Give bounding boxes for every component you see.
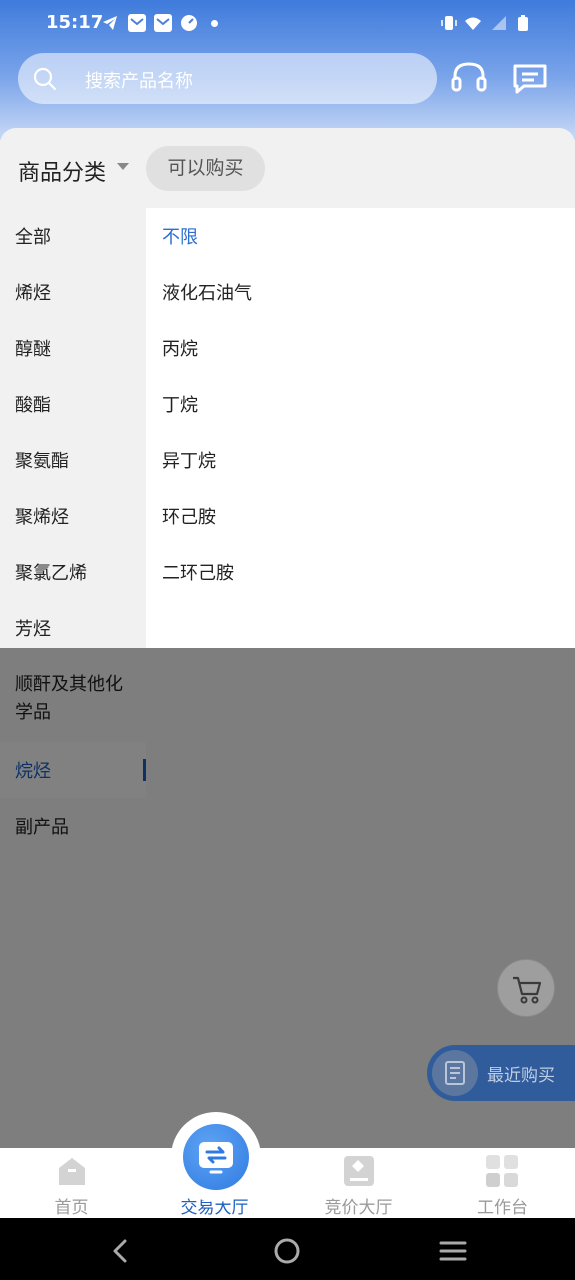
- search-bar[interactable]: 搜索产品名称: [18, 53, 437, 104]
- tab-home-label: 首页: [54, 1198, 89, 1218]
- category-filter-label[interactable]: 商品分类: [18, 155, 106, 187]
- subcategory-item[interactable]: 丁烷: [146, 376, 575, 432]
- left-category-item[interactable]: 聚氯乙烯: [0, 544, 146, 600]
- subcategory-item[interactable]: 丙烷: [146, 320, 575, 376]
- status-time: 15:17: [46, 12, 104, 33]
- speedometer-icon: [180, 14, 198, 32]
- tab-bidding-hall[interactable]: 竞价大厅: [287, 1148, 430, 1218]
- left-category-label: 聚氯乙烯: [15, 563, 87, 584]
- left-category-label: 醇醚: [15, 339, 51, 360]
- subcategory-item[interactable]: 二环己胺: [146, 544, 575, 600]
- left-category-label: 芳烃: [15, 619, 51, 640]
- wifi-icon: [464, 14, 482, 32]
- left-category-item[interactable]: 酸酯: [0, 376, 146, 432]
- subcategory-item[interactable]: 环己胺: [146, 488, 575, 544]
- tab-workbench-label: 工作台: [477, 1198, 528, 1218]
- home-nav-icon[interactable]: [272, 1236, 302, 1266]
- search-icon: [33, 67, 57, 91]
- tab-bidding-hall-label: 竞价大厅: [324, 1198, 393, 1218]
- left-category-label: 聚烯烃: [15, 507, 69, 528]
- bottom-tab-bar: 首页 交易大厅 竞价大厅 工作台: [0, 1148, 575, 1218]
- left-category-item[interactable]: 醇醚: [0, 320, 146, 376]
- tab-home[interactable]: 首页: [0, 1148, 143, 1218]
- signal-icon: [490, 14, 508, 32]
- home-icon: [59, 1158, 85, 1185]
- left-category-label: 烯烃: [15, 283, 51, 304]
- cart-icon: [513, 976, 542, 1004]
- recent-purchase-button[interactable]: 最近购买: [427, 1045, 575, 1101]
- vibrate-icon: [440, 14, 458, 32]
- status-bar: 15:17: [0, 0, 575, 48]
- system-nav-bar: [0, 1218, 575, 1280]
- recents-menu-icon[interactable]: [438, 1236, 468, 1266]
- grid-icon: [486, 1155, 518, 1187]
- exchange-icon: [183, 1124, 249, 1190]
- receipt-icon: [432, 1050, 478, 1096]
- left-category-label: 全部: [15, 227, 51, 248]
- cart-button[interactable]: [497, 959, 555, 1017]
- tab-workbench[interactable]: 工作台: [431, 1148, 574, 1218]
- left-category-item[interactable]: 烯烃: [0, 264, 146, 320]
- subcategory-item[interactable]: 不限: [146, 208, 575, 264]
- left-category-label: 聚氨酯: [15, 451, 69, 472]
- battery-icon: [514, 14, 532, 32]
- message-icon[interactable]: [510, 58, 550, 98]
- can-buy-chip[interactable]: 可以购买: [146, 146, 265, 191]
- recent-purchase-label: 最近购买: [487, 1066, 555, 1086]
- telegram-icon: [101, 14, 119, 32]
- trading-hall-fab[interactable]: [171, 1112, 261, 1202]
- search-placeholder: 搜索产品名称: [85, 71, 193, 92]
- subcategory-panel: 不限 液化石油气 丙烷 丁烷 异丁烷 环己胺 二环己胺: [146, 208, 575, 648]
- left-category-label: 酸酯: [15, 395, 51, 416]
- subcategory-item[interactable]: 异丁烷: [146, 432, 575, 488]
- left-category-item[interactable]: 全部: [0, 208, 146, 264]
- left-category-item[interactable]: 聚烯烃: [0, 488, 146, 544]
- app-screen: 15:17 搜索产品名称 商品分类 可以购买 全部 烯烃 醇醚 酸酯 聚氨酯 聚…: [0, 0, 575, 1218]
- headset-icon[interactable]: [449, 58, 489, 98]
- dot-icon: [211, 20, 218, 27]
- mail-icon: [154, 14, 172, 32]
- mail-icon: [128, 14, 146, 32]
- left-category-item[interactable]: 聚氨酯: [0, 432, 146, 488]
- back-icon[interactable]: [107, 1236, 137, 1266]
- caret-down-icon[interactable]: [117, 163, 129, 170]
- gavel-icon: [344, 1156, 374, 1186]
- subcategory-item[interactable]: 液化石油气: [146, 264, 575, 320]
